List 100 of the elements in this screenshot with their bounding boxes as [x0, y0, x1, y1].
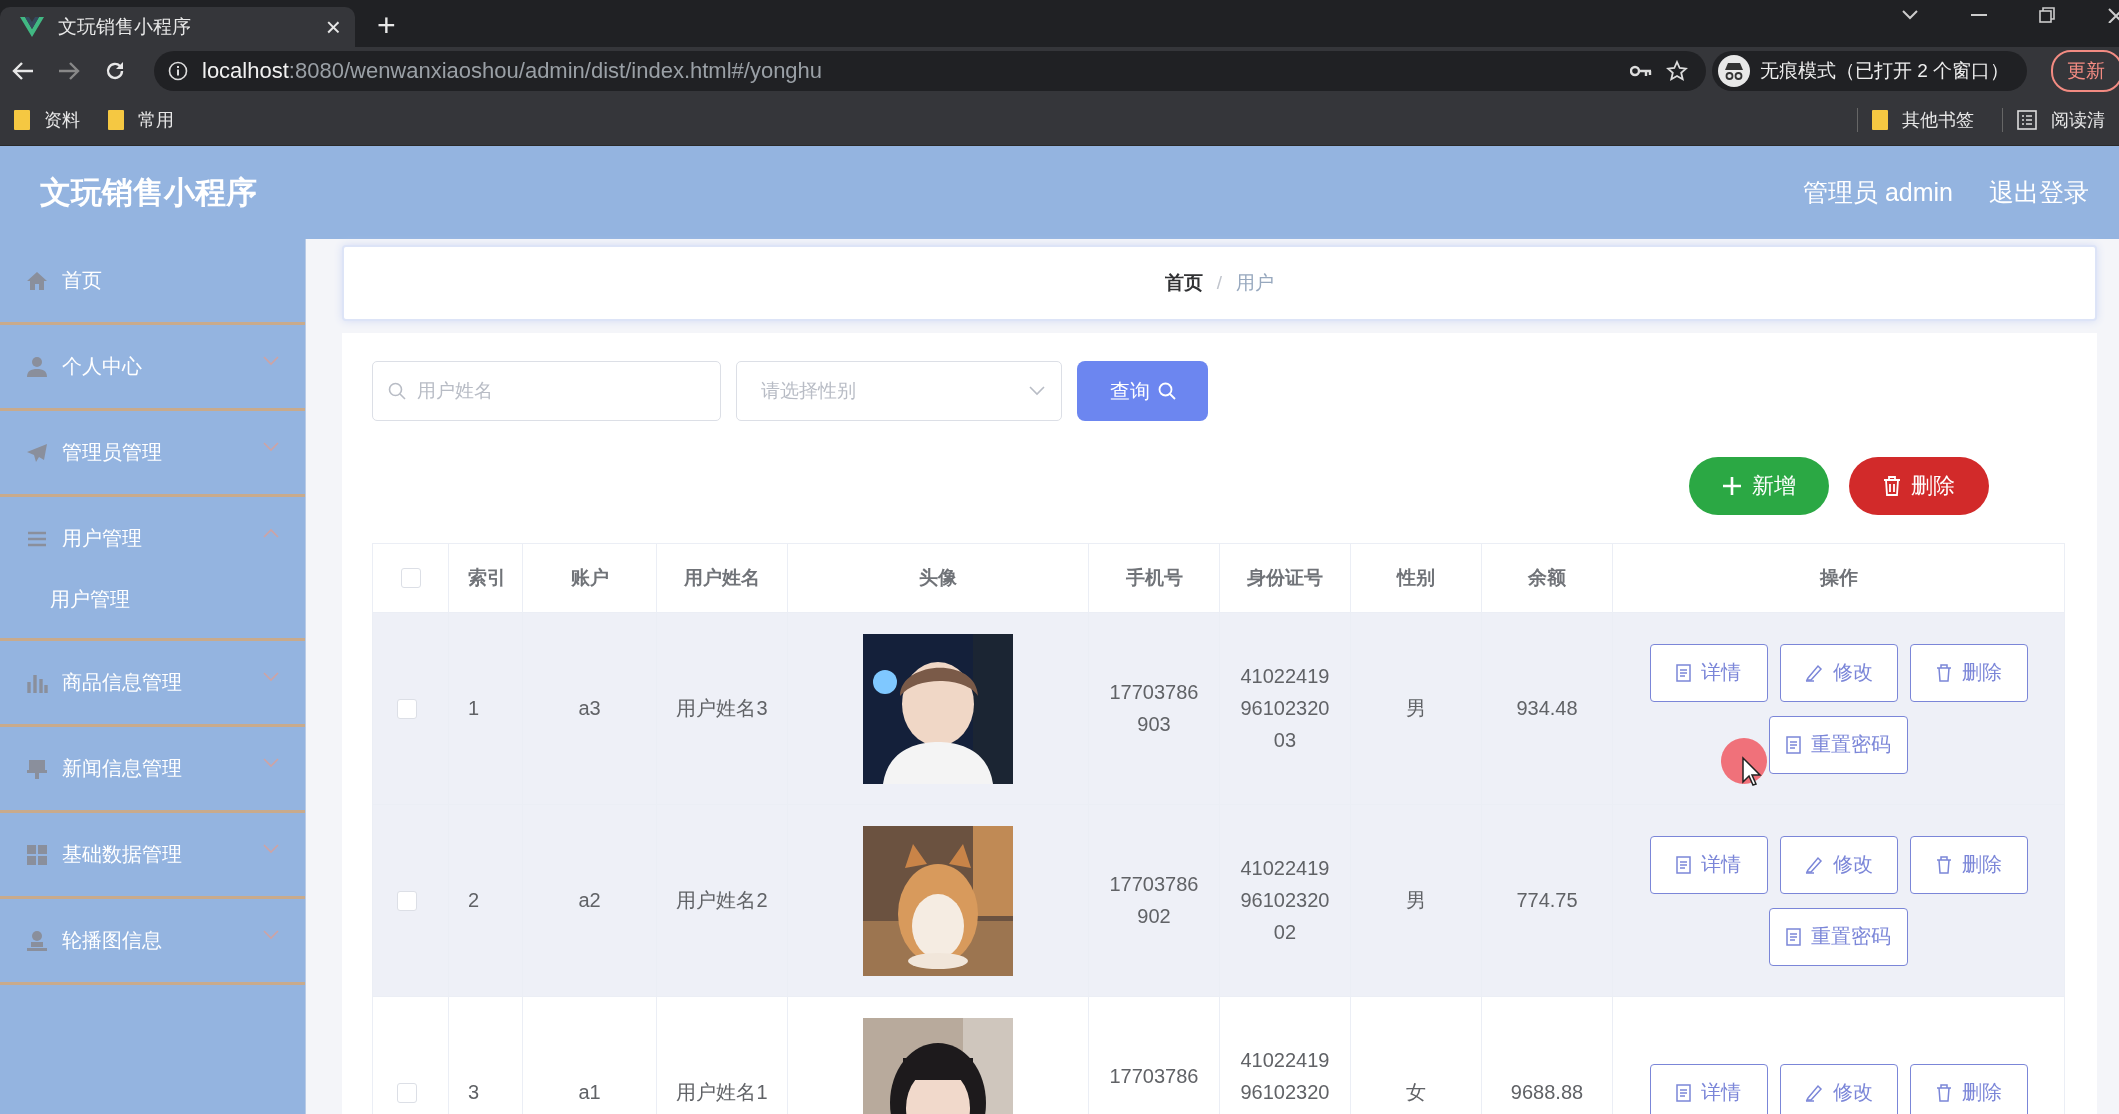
document-icon [1676, 663, 1691, 682]
menu-item[interactable]: 管理员管理 [0, 411, 305, 494]
chevron-down-icon [263, 929, 279, 940]
menu-item[interactable]: 新闻信息管理 [0, 727, 305, 810]
tab-search-icon[interactable] [1901, 8, 1919, 21]
delete-button[interactable]: 删除 [1849, 457, 1989, 515]
pencil-icon [1804, 663, 1823, 682]
detail-button[interactable]: 详情 [1649, 643, 1768, 702]
home-icon [26, 269, 48, 292]
restore-icon[interactable] [2039, 6, 2055, 23]
chevron-down-icon [1029, 386, 1045, 396]
gender-select[interactable]: 请选择性别 [736, 361, 1062, 421]
forward-icon[interactable] [58, 61, 80, 81]
chevron-down-icon [263, 757, 279, 768]
reading-list-icon [2017, 110, 2037, 130]
new-tab-button[interactable]: + [377, 7, 396, 43]
detail-button[interactable]: 重置密码 [1769, 715, 1908, 774]
logo-icon [20, 17, 44, 37]
delete-button[interactable]: 删除 [1909, 643, 2028, 702]
table-cell: 3 [468, 1081, 480, 1104]
address-bar[interactable]: localhost:8080/wenwanxiaoshou/admin/dist/index.html#/yonghu [154, 51, 1706, 91]
query-button[interactable]: 查询 [1077, 361, 1208, 421]
url-text: localhost:8080/wenwanxiaoshou/admin/dist/index.html#/yonghu [202, 58, 823, 84]
table-cell-text: 17703786903 [1109, 680, 1199, 737]
column-header: 账户 [523, 544, 657, 612]
update-button[interactable]: 更新 [2051, 50, 2119, 92]
document-icon [1676, 1083, 1691, 1102]
grid-icon [26, 843, 48, 866]
table-cell: 2 [468, 889, 480, 912]
close-icon[interactable] [2107, 6, 2119, 23]
menu-item[interactable]: 个人中心 [0, 325, 305, 408]
detail-button[interactable]: 详情 [1649, 1063, 1768, 1114]
chevron-down-icon [263, 671, 279, 682]
edit-button[interactable]: 修改 [1779, 643, 1898, 702]
column-header: 操作 [1818, 566, 1859, 590]
bookmark[interactable]: 资料 [14, 108, 80, 132]
search-icon [388, 382, 406, 400]
key-icon[interactable] [1629, 65, 1652, 77]
back-icon[interactable] [12, 61, 34, 81]
trash-icon [1935, 855, 1952, 874]
chevron-down-icon [263, 843, 279, 854]
table-cell: a3 [578, 697, 601, 720]
folder-icon [1872, 110, 1888, 130]
chevron-down-icon [263, 441, 279, 452]
breadcrumb-separator: / [1216, 272, 1223, 294]
star-icon[interactable] [1665, 60, 1688, 82]
info-icon [168, 61, 188, 81]
table-cell-text: 410224199610232003 [1240, 664, 1330, 753]
trash-icon [1935, 1083, 1952, 1102]
paper-plane-icon [26, 441, 48, 464]
plus-icon [1722, 476, 1742, 496]
table-cell-text: 用户姓名3 [676, 696, 768, 721]
user-label: 管理员 admin [1802, 177, 1953, 208]
table-cell: 934.48 [1516, 697, 1578, 720]
folder-icon [108, 110, 124, 130]
person-icon [26, 929, 48, 952]
trash-icon [1935, 663, 1952, 682]
reload-icon[interactable] [104, 60, 126, 82]
document-icon [1786, 735, 1801, 754]
bookmark[interactable]: 常用 [108, 108, 174, 132]
name-search-field[interactable]: 用户姓名 [372, 361, 721, 421]
table-cell-text: 410224199610232002 [1240, 856, 1330, 945]
row-checkbox[interactable] [396, 1082, 417, 1103]
chevron-up-icon [263, 527, 279, 538]
bookmark[interactable]: 阅读清 [2017, 108, 2105, 132]
detail-button[interactable]: 重置密码 [1769, 907, 1908, 966]
pencil-icon [1804, 855, 1823, 874]
select-all-checkbox[interactable] [400, 568, 421, 588]
menu-item[interactable]: 基础数据管理 [0, 813, 305, 896]
search-icon [1157, 382, 1176, 400]
menu-item[interactable]: 商品信息管理 [0, 641, 305, 724]
table-cell-text: 4102241996102320 [1240, 1048, 1330, 1105]
edit-button[interactable]: 修改 [1779, 835, 1898, 894]
incognito-indicator[interactable]: 无痕模式（已打开 2 个窗口） [1711, 51, 2027, 91]
menu-item[interactable]: 轮播图信息 [0, 899, 305, 982]
table-cell: a1 [578, 1081, 601, 1104]
edit-button[interactable]: 修改 [1779, 1063, 1898, 1114]
delete-button[interactable]: 删除 [1909, 1063, 2028, 1114]
table-cell: 1 [468, 697, 480, 720]
browser-tab[interactable]: 文玩销售小程序 × [0, 7, 355, 47]
detail-button[interactable]: 详情 [1649, 835, 1768, 894]
table-cell-text: 17703786 [1109, 1064, 1199, 1089]
column-header: 身份证号 [1220, 544, 1351, 612]
row-checkbox[interactable] [396, 890, 417, 911]
column-header: 索引 [449, 544, 523, 612]
row-checkbox[interactable] [396, 698, 417, 719]
folder-icon [14, 110, 30, 130]
column-header: 手机号 [1089, 544, 1220, 612]
table-cell: 9688.88 [1510, 1081, 1584, 1104]
add-button[interactable]: 新增 [1689, 457, 1829, 515]
delete-button[interactable]: 删除 [1909, 835, 2028, 894]
pushpin-icon [26, 757, 48, 780]
close-tab-button[interactable]: × [325, 11, 341, 43]
logout-link[interactable]: 退出登录 [1989, 176, 2089, 209]
column-header: 用户姓名 [657, 544, 788, 612]
minimize-icon[interactable] [1971, 13, 1987, 16]
menu-item[interactable]: 首页 [0, 239, 305, 322]
breadcrumb-item[interactable]: 首页 [1164, 270, 1203, 296]
pencil-icon [1804, 1083, 1823, 1102]
bookmark[interactable]: 其他书签 [1872, 108, 1974, 132]
